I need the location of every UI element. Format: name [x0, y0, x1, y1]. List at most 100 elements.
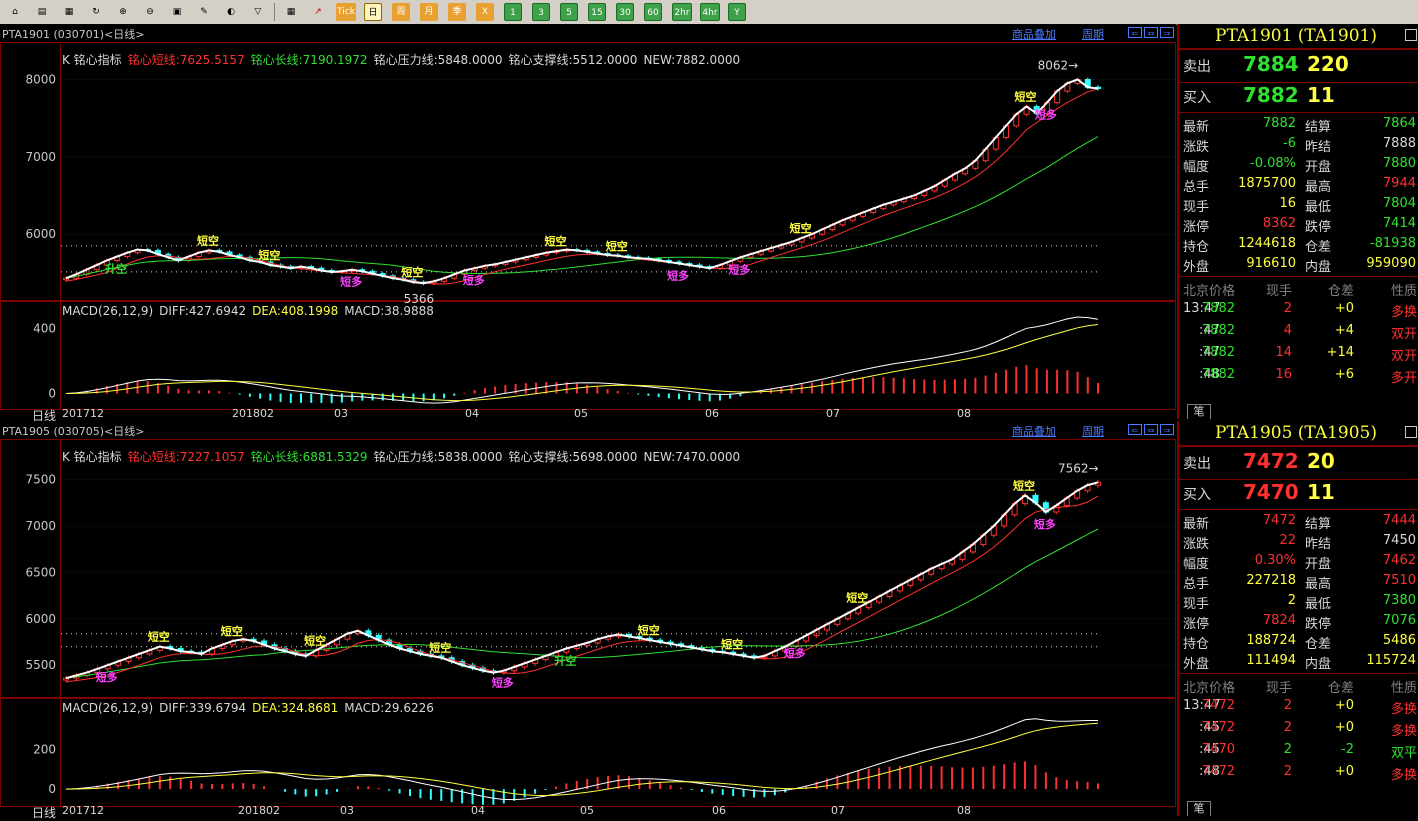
restore-window-icon[interactable] — [1405, 426, 1417, 438]
filter-icon[interactable]: ▽ — [249, 3, 267, 21]
indicator-long_line: 铭心长线:6881.5329 — [250, 450, 368, 464]
paint-icon[interactable]: ◐ — [222, 3, 240, 21]
stat-value: 7882 — [1262, 116, 1296, 131]
stat-value: 7414 — [1382, 216, 1416, 231]
home-icon[interactable]: ⌂ — [6, 3, 24, 21]
stat-label: 仓差 — [1305, 240, 1332, 255]
trade-cell: +0 — [1334, 764, 1354, 779]
list-icon[interactable]: ▤ — [33, 3, 51, 21]
long-line — [65, 528, 1099, 679]
indicator-support: 铭心支撑线:5698.0000 — [508, 450, 638, 464]
trade-cell: 4 — [1283, 323, 1292, 338]
short-line — [65, 495, 1099, 683]
stat-value: 16 — [1279, 196, 1296, 211]
macd-tick-label: 0 — [48, 387, 56, 401]
trade-cell: 2 — [1283, 742, 1292, 757]
trade-cell: 双开 — [1390, 349, 1417, 364]
sell-label: 卖出 — [1183, 59, 1211, 75]
y-tick-label: 7000 — [25, 519, 56, 533]
trade-cell: +0 — [1334, 698, 1354, 713]
toolbar-separator — [274, 3, 275, 21]
period-button-8[interactable]: 5 — [560, 3, 578, 21]
stat-label: 总手 — [1183, 180, 1210, 195]
stat-label: 最高 — [1305, 180, 1332, 195]
trade-cell: 2 — [1283, 764, 1292, 779]
trade-row: :47 7882 4 +4 双开 — [1179, 320, 1418, 342]
price-chart-svg: 75007000650060005500短多短空 短空短空短空短多升空短空短空短多… — [0, 439, 1176, 807]
sell-price: 7472 — [1243, 449, 1299, 473]
chart-icon[interactable]: ▦ — [60, 3, 78, 21]
period-button-10[interactable]: 30 — [616, 3, 634, 21]
trade-cell: 14 — [1275, 345, 1292, 360]
stat-row: 持仓 188724 仓差 5486 — [1179, 631, 1418, 652]
stat-label: 外盘 — [1183, 260, 1210, 275]
buy-label: 买入 — [1183, 487, 1211, 503]
period-button-6[interactable]: 1 — [504, 3, 522, 21]
refresh-icon[interactable]: ↻ — [87, 3, 105, 21]
high-label: 8062→ — [1038, 58, 1079, 72]
signal-label: 短多 — [728, 262, 750, 276]
period-button-9[interactable]: 15 — [588, 3, 606, 21]
sell-volume: 20 — [1307, 449, 1335, 473]
stat-row: 涨跌 -6 昨结 7888 — [1179, 134, 1418, 155]
stat-value: 7510 — [1382, 573, 1416, 588]
trade-cell: 2 — [1283, 301, 1292, 316]
period-button-0[interactable]: Tick — [336, 3, 356, 21]
trend-line — [65, 78, 1099, 285]
trade-cell: +4 — [1334, 323, 1354, 338]
period-button-5[interactable]: X — [476, 3, 494, 21]
signal-label: 短多 — [340, 275, 362, 289]
stat-row: 涨停 8362 跌停 7414 — [1179, 214, 1418, 235]
period-button-2[interactable]: 周 — [392, 3, 410, 21]
y-tick-label: 6500 — [25, 565, 56, 579]
axis-month-label: 05 — [574, 407, 588, 420]
macd-indicator-line: MACD(26,12,9) DIFF:427.6942 DEA:408.1998 MA… — [62, 304, 440, 318]
tab-trades[interactable]: 笔 — [1187, 404, 1211, 419]
buy-volume: 11 — [1307, 83, 1335, 107]
signal-label: 短多 — [1035, 108, 1057, 122]
buy-volume: 11 — [1307, 480, 1335, 504]
period-button-14[interactable]: Y — [728, 3, 746, 21]
period-button-13[interactable]: 4hr — [700, 3, 720, 21]
stat-value: 0.30% — [1254, 553, 1296, 568]
period-button-7[interactable]: 3 — [532, 3, 550, 21]
period-button-11[interactable]: 60 — [644, 3, 662, 21]
period-button-12[interactable]: 2hr — [672, 3, 692, 21]
period-button-4[interactable]: 季 — [448, 3, 466, 21]
signal-label: 短多 — [1034, 517, 1056, 531]
signal-label: 短空 — [721, 637, 743, 651]
line-chart-icon[interactable]: ↗ — [309, 3, 327, 21]
stat-value: 22 — [1279, 533, 1296, 548]
stat-value: 7824 — [1262, 613, 1296, 628]
trade-cell: 16 — [1275, 367, 1292, 382]
chart-panel-1: PTA1901 (030701)<日线> 商品叠加 周期 ⇐ ⇔ ⇒ 8000 7000 600… — [0, 24, 1418, 423]
axis-month-label: 07 — [831, 804, 845, 817]
indicator-pressure: 铭心压力线:5848.0000 — [373, 53, 503, 67]
signal-label: 短空 — [606, 239, 628, 253]
trade-header-cell: 性质 — [1390, 681, 1417, 696]
stat-label: 持仓 — [1183, 637, 1210, 652]
zoom-in-icon[interactable]: ⊕ — [114, 3, 132, 21]
table-icon[interactable]: ▦ — [282, 3, 300, 21]
signal-label: 短空 — [304, 633, 326, 647]
signal-label: 短空 — [221, 624, 243, 638]
stat-row: 现手 2 最低 7380 — [1179, 591, 1418, 612]
period-button-1[interactable]: 日 — [364, 3, 382, 21]
stat-label: 仓差 — [1305, 637, 1332, 652]
stat-row: 最新 7882 结算 7864 — [1179, 114, 1418, 135]
restore-window-icon[interactable] — [1405, 29, 1417, 41]
divider — [1179, 509, 1418, 510]
quote-title: PTA1901 (TA1901) — [1215, 26, 1378, 46]
stat-label: 昨结 — [1305, 140, 1332, 155]
trade-row: 13:47 7472 2 +0 多换 — [1179, 695, 1418, 717]
stat-row: 涨停 7824 跌停 7076 — [1179, 611, 1418, 632]
trade-cell: 多换 — [1390, 305, 1417, 320]
zoom-out-icon[interactable]: ⊖ — [141, 3, 159, 21]
axis-month-label: 05 — [580, 804, 594, 817]
stat-label: 最低 — [1305, 200, 1332, 215]
stat-row: 外盘 916610 内盘 959090 — [1179, 254, 1418, 275]
period-button-3[interactable]: 月 — [420, 3, 438, 21]
window-icon[interactable]: ▣ — [168, 3, 186, 21]
draw-icon[interactable]: ✎ — [195, 3, 213, 21]
trade-header-cell: 仓差 — [1327, 284, 1354, 299]
